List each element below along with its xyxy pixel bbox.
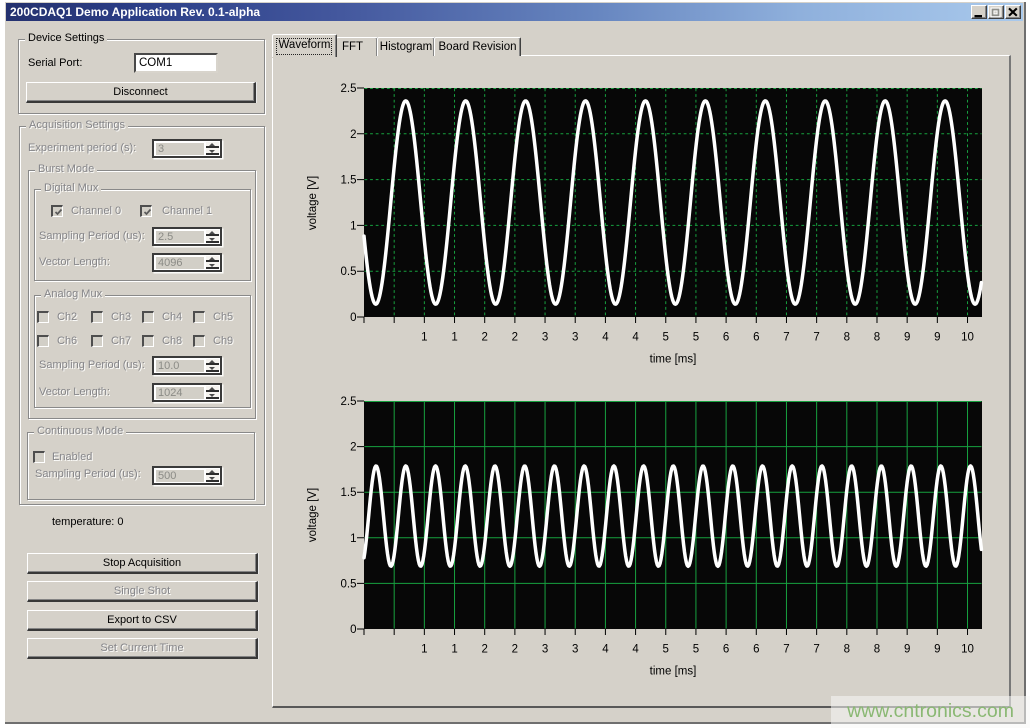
svg-text:9: 9 — [934, 644, 940, 656]
svg-text:7: 7 — [783, 332, 789, 344]
svg-text:time [ms]: time [ms] — [650, 354, 697, 366]
svg-text:9: 9 — [904, 644, 910, 656]
svg-text:5: 5 — [663, 644, 669, 656]
svg-text:1: 1 — [350, 220, 356, 232]
svg-text:1: 1 — [421, 644, 427, 656]
svg-text:5: 5 — [663, 332, 669, 344]
svg-text:0: 0 — [350, 624, 356, 636]
svg-text:voltage [V]: voltage [V] — [307, 176, 319, 230]
svg-text:2: 2 — [481, 644, 487, 656]
svg-text:6: 6 — [723, 644, 729, 656]
svg-text:voltage [V]: voltage [V] — [307, 488, 319, 542]
svg-text:4: 4 — [632, 332, 639, 344]
svg-text:2: 2 — [350, 442, 356, 454]
svg-text:9: 9 — [934, 332, 940, 344]
svg-text:2: 2 — [512, 644, 518, 656]
svg-text:3: 3 — [572, 644, 578, 656]
svg-text:1: 1 — [451, 332, 457, 344]
svg-text:0.5: 0.5 — [341, 266, 357, 278]
svg-text:6: 6 — [753, 644, 759, 656]
svg-text:7: 7 — [813, 332, 819, 344]
svg-text:1: 1 — [421, 332, 427, 344]
svg-text:1: 1 — [350, 533, 356, 545]
svg-text:1.5: 1.5 — [341, 487, 357, 499]
svg-text:5: 5 — [693, 644, 699, 656]
svg-text:10: 10 — [961, 644, 974, 656]
svg-text:10: 10 — [961, 332, 974, 344]
svg-text:4: 4 — [602, 332, 609, 344]
svg-text:6: 6 — [723, 332, 729, 344]
svg-text:7: 7 — [783, 644, 789, 656]
svg-text:5: 5 — [693, 332, 699, 344]
svg-text:8: 8 — [874, 332, 880, 344]
svg-text:1.5: 1.5 — [341, 175, 357, 187]
svg-text:2.5: 2.5 — [341, 83, 357, 95]
svg-text:4: 4 — [602, 644, 609, 656]
svg-text:time [ms]: time [ms] — [650, 666, 697, 678]
svg-text:8: 8 — [844, 644, 850, 656]
svg-text:7: 7 — [813, 644, 819, 656]
svg-text:4: 4 — [632, 644, 639, 656]
svg-text:6: 6 — [753, 332, 759, 344]
svg-text:8: 8 — [844, 332, 850, 344]
svg-text:2: 2 — [512, 332, 518, 344]
svg-text:3: 3 — [542, 332, 548, 344]
svg-text:1: 1 — [451, 644, 457, 656]
svg-text:2.5: 2.5 — [341, 396, 357, 408]
svg-text:0.5: 0.5 — [341, 578, 357, 590]
svg-text:3: 3 — [572, 332, 578, 344]
svg-text:8: 8 — [874, 644, 880, 656]
svg-text:2: 2 — [481, 332, 487, 344]
svg-text:9: 9 — [904, 332, 910, 344]
svg-text:3: 3 — [542, 644, 548, 656]
svg-text:2: 2 — [350, 129, 356, 141]
svg-text:0: 0 — [350, 312, 356, 324]
